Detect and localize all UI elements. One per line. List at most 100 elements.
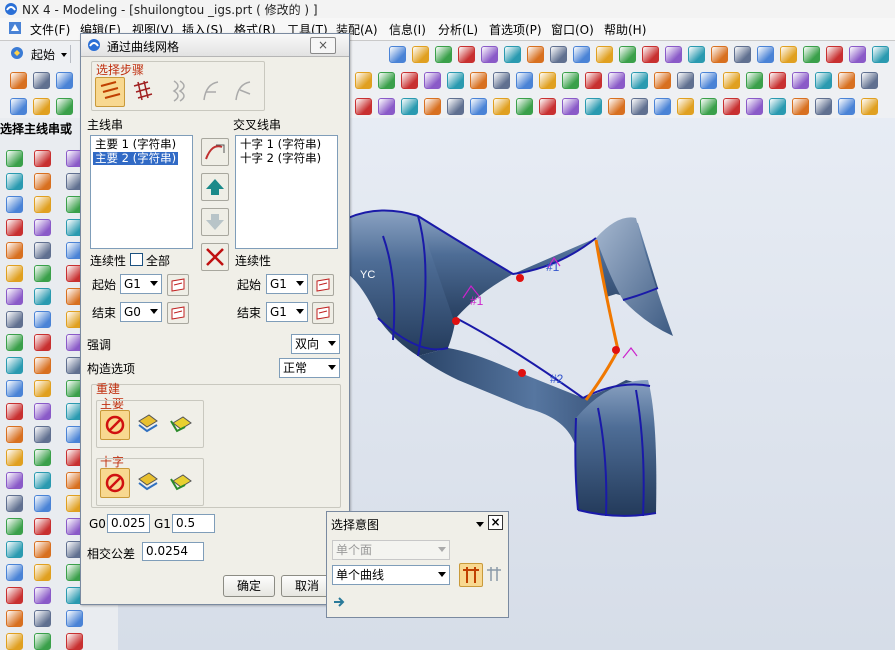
toolbar-tool-icon[interactable]: [642, 46, 659, 63]
toolbar-tool-icon[interactable]: [458, 46, 475, 63]
start-button[interactable]: 起始: [31, 46, 55, 63]
toolbar-tool-icon[interactable]: [585, 98, 602, 115]
toolbar-tool-icon[interactable]: [872, 46, 889, 63]
toolbar-tool-icon[interactable]: [447, 72, 464, 89]
palette-tool-icon[interactable]: [34, 219, 51, 236]
palette-tool-icon[interactable]: [6, 242, 23, 259]
toolbar-tool-icon[interactable]: [10, 72, 27, 89]
move-up-button[interactable]: [201, 173, 229, 201]
toolbar-tool-icon[interactable]: [608, 98, 625, 115]
toolbar-tool-icon[interactable]: [10, 98, 27, 115]
toolbar-tool-icon[interactable]: [412, 46, 429, 63]
toolbar-tool-icon[interactable]: [654, 72, 671, 89]
toolbar-tool-icon[interactable]: [677, 98, 694, 115]
tolerance-input[interactable]: 0.0254: [142, 542, 204, 561]
palette-tool-icon[interactable]: [34, 610, 51, 627]
toolbar-tool-icon[interactable]: [435, 46, 452, 63]
palette-tool-icon[interactable]: [6, 357, 23, 374]
auto-fit-cross-icon[interactable]: [167, 469, 193, 495]
toolbar-tool-icon[interactable]: [815, 72, 832, 89]
toolbar-tool-icon[interactable]: [389, 46, 406, 63]
toolbar-tool-icon[interactable]: [769, 98, 786, 115]
palette-tool-icon[interactable]: [6, 587, 23, 604]
toolbar-tool-icon[interactable]: [711, 46, 728, 63]
auto-fit-primary-icon[interactable]: [167, 411, 193, 437]
toolbar-tool-icon[interactable]: [665, 46, 682, 63]
palette-tool-icon[interactable]: [6, 449, 23, 466]
toolbar-tool-icon[interactable]: [838, 98, 855, 115]
menu-help[interactable]: 帮助(H): [604, 21, 646, 38]
menu-analysis[interactable]: 分析(L): [438, 21, 478, 38]
palette-tool-icon[interactable]: [34, 265, 51, 282]
toolbar-tool-icon[interactable]: [688, 46, 705, 63]
toolbar-tool-icon[interactable]: [493, 72, 510, 89]
primary-start-select[interactable]: G1: [120, 274, 162, 294]
primary-end-face-button[interactable]: [167, 302, 189, 324]
intent-close-icon[interactable]: ×: [488, 515, 503, 530]
toolbar-tool-icon[interactable]: [838, 72, 855, 89]
palette-tool-icon[interactable]: [34, 564, 51, 581]
toolbar-tool-icon[interactable]: [56, 72, 73, 89]
toolbar-tool-icon[interactable]: [33, 72, 50, 89]
cross-curves-step-icon[interactable]: [130, 78, 156, 104]
palette-tool-icon[interactable]: [6, 150, 23, 167]
palette-tool-icon[interactable]: [6, 403, 23, 420]
primary-curves-step-icon[interactable]: [95, 77, 125, 107]
emphasis-select[interactable]: 双向: [291, 334, 340, 354]
toolbar-tool-icon[interactable]: [849, 46, 866, 63]
toolbar-tool-icon[interactable]: [378, 72, 395, 89]
toolbar-tool-icon[interactable]: [734, 46, 751, 63]
menu-window[interactable]: 窗口(O): [551, 21, 594, 38]
start-dropdown-icon[interactable]: [61, 53, 67, 57]
palette-tool-icon[interactable]: [34, 334, 51, 351]
spline-points-button[interactable]: [201, 138, 229, 166]
toolbar-tool-icon[interactable]: [424, 98, 441, 115]
toolbar-tool-icon[interactable]: [401, 98, 418, 115]
cross-item-1[interactable]: 十字 1 (字符串): [238, 138, 323, 151]
toolbar-tool-icon[interactable]: [677, 72, 694, 89]
primary-start-face-button[interactable]: [167, 274, 189, 296]
toolbar-tool-icon[interactable]: [355, 72, 372, 89]
toolbar-tool-icon[interactable]: [378, 98, 395, 115]
primary-end-select[interactable]: G0: [120, 302, 162, 322]
toolbar-tool-icon[interactable]: [447, 98, 464, 115]
palette-tool-icon[interactable]: [34, 495, 51, 512]
palette-tool-icon[interactable]: [34, 311, 51, 328]
palette-tool-icon[interactable]: [34, 541, 51, 558]
toolbar-tool-icon[interactable]: [631, 72, 648, 89]
toolbar-tool-icon[interactable]: [539, 72, 556, 89]
follow-fillet-icon[interactable]: [485, 565, 503, 583]
palette-tool-icon[interactable]: [66, 633, 83, 650]
palette-tool-icon[interactable]: [6, 564, 23, 581]
intent-menu-dropdown-icon[interactable]: [476, 522, 484, 527]
toolbar-tool-icon[interactable]: [723, 72, 740, 89]
palette-tool-icon[interactable]: [34, 196, 51, 213]
toolbar-tool-icon[interactable]: [746, 72, 763, 89]
palette-tool-icon[interactable]: [6, 311, 23, 328]
cross-start-select[interactable]: G1: [266, 274, 308, 294]
all-checkbox[interactable]: [130, 253, 143, 266]
palette-tool-icon[interactable]: [6, 518, 23, 535]
toolbar-tool-icon[interactable]: [401, 72, 418, 89]
toolbar-tool-icon[interactable]: [527, 46, 544, 63]
toolbar-tool-icon[interactable]: [516, 98, 533, 115]
g1-input[interactable]: 0.5: [172, 514, 215, 533]
toolbar-tool-icon[interactable]: [861, 72, 878, 89]
toolbar-tool-icon[interactable]: [700, 72, 717, 89]
palette-tool-icon[interactable]: [6, 173, 23, 190]
toolbar-tool-icon[interactable]: [562, 98, 579, 115]
palette-tool-icon[interactable]: [6, 495, 23, 512]
menu-preferences[interactable]: 首选项(P): [489, 21, 542, 38]
palette-tool-icon[interactable]: [6, 633, 23, 650]
palette-tool-icon[interactable]: [6, 196, 23, 213]
palette-tool-icon[interactable]: [34, 357, 51, 374]
toolbar-tool-icon[interactable]: [493, 98, 510, 115]
toolbar-tool-icon[interactable]: [654, 98, 671, 115]
toolbar-tool-icon[interactable]: [815, 98, 832, 115]
palette-tool-icon[interactable]: [34, 518, 51, 535]
palette-tool-icon[interactable]: [6, 426, 23, 443]
toolbar-tool-icon[interactable]: [803, 46, 820, 63]
no-rebuild-primary-icon[interactable]: [100, 410, 130, 440]
toolbar-tool-icon[interactable]: [470, 98, 487, 115]
primary-strings-list[interactable]: 主要 1 (字符串) 主要 2 (字符串): [90, 135, 193, 249]
